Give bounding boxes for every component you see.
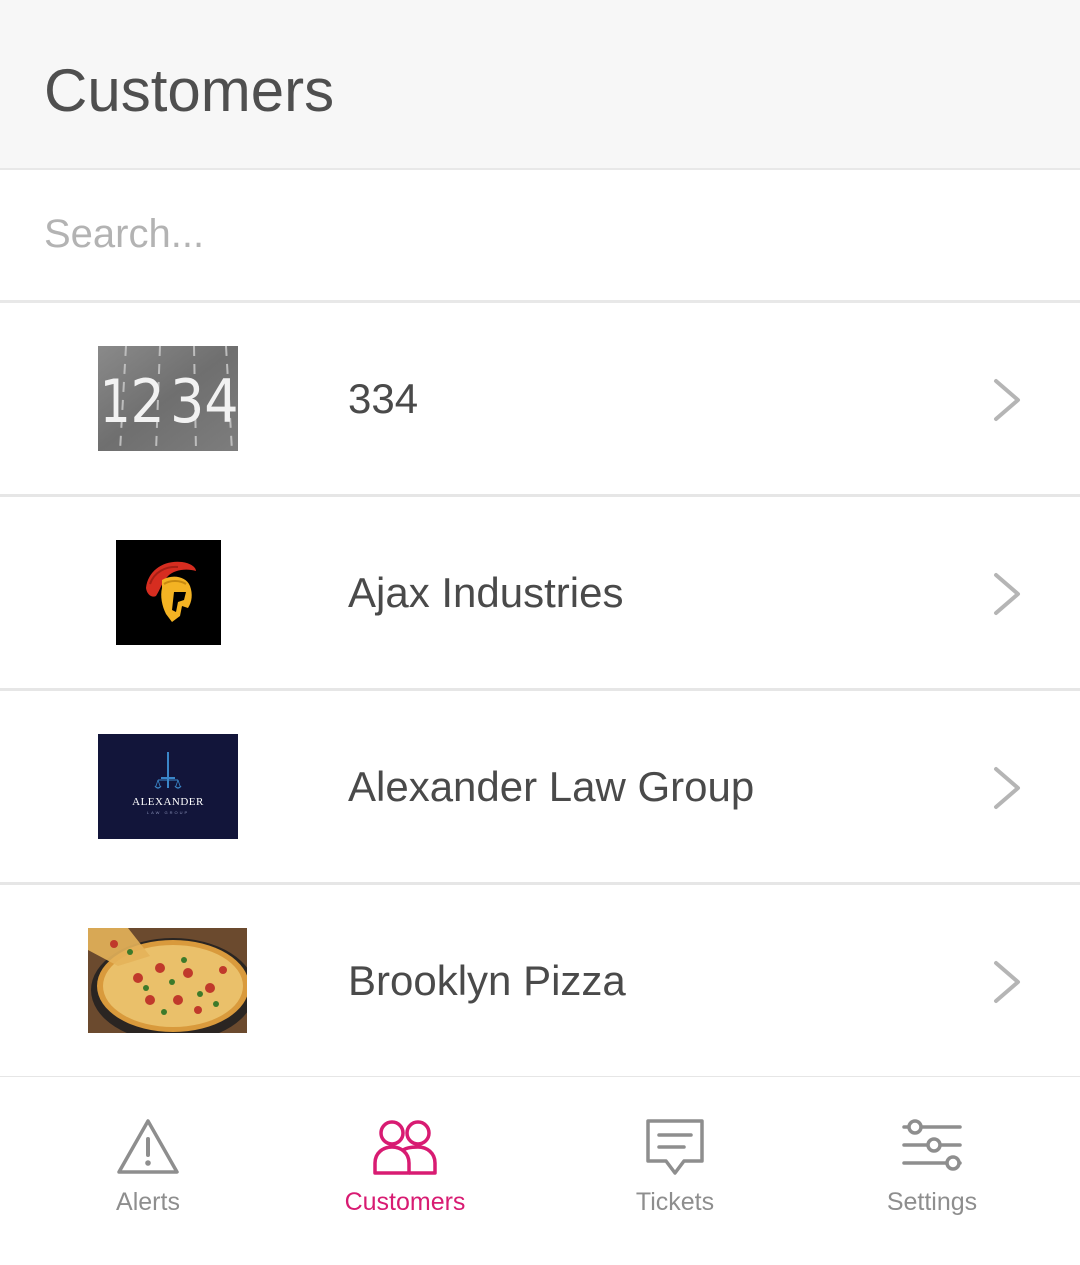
warning-triangle-icon	[117, 1119, 179, 1174]
logo-wordmark: ALEXANDER	[132, 796, 204, 808]
app-header: Customers	[0, 0, 1080, 170]
tab-label: Alerts	[116, 1188, 180, 1216]
customers-screen: Customers Search... 1 2 3 4 334 Ajax Ind…	[0, 0, 1080, 1265]
alexander-law-logo: ALEXANDER LAW GROUP	[98, 734, 238, 839]
sliders-icon	[902, 1119, 962, 1171]
customer-row-brooklyn-pizza[interactable]: Brooklyn Pizza	[0, 885, 1080, 1079]
tab-label: Tickets	[635, 1188, 715, 1216]
customer-name: Brooklyn Pizza	[348, 957, 626, 1004]
chevron-right-icon	[994, 379, 1020, 421]
customer-name: 334	[348, 375, 419, 422]
road-numbers-image: 1 2 3 4	[98, 346, 238, 451]
customer-row-ajax-industries[interactable]: Ajax Industries	[0, 497, 1080, 691]
chat-bubble-icon	[646, 1119, 704, 1175]
tab-tickets[interactable]: Tickets	[575, 1077, 775, 1265]
spartan-helmet-logo	[116, 540, 221, 645]
svg-text:2: 2	[130, 367, 164, 436]
tab-alerts[interactable]: Alerts	[48, 1077, 248, 1265]
chevron-right-icon	[994, 961, 1020, 1003]
customer-list: 1 2 3 4 334 Ajax Industries ALEXANDER LA…	[0, 303, 1080, 1079]
tab-label: Customers	[344, 1188, 466, 1216]
tab-customers[interactable]: Customers	[305, 1077, 505, 1265]
logo-subtext: LAW GROUP	[146, 810, 190, 815]
bottom-tab-bar: Alerts Customers Tickets Settings	[0, 1077, 1080, 1265]
tab-label: Settings	[886, 1188, 978, 1216]
users-icon	[373, 1120, 437, 1175]
chevron-right-icon	[994, 767, 1020, 809]
search-bar	[0, 170, 1080, 303]
svg-text:1: 1	[100, 367, 131, 436]
svg-text:3: 3	[170, 367, 204, 436]
page-title: Customers	[44, 57, 335, 124]
svg-text:4: 4	[204, 367, 238, 436]
tab-settings[interactable]: Settings	[832, 1077, 1032, 1265]
customer-name: Alexander Law Group	[348, 763, 755, 810]
chevron-right-icon	[994, 573, 1020, 615]
customer-name: Ajax Industries	[348, 569, 624, 616]
pizza-photo	[88, 928, 247, 1033]
customer-row-334[interactable]: 1 2 3 4 334	[0, 303, 1080, 497]
search-input[interactable]	[44, 206, 1024, 262]
customer-row-alexander-law-group[interactable]: ALEXANDER LAW GROUP Alexander Law Group	[0, 691, 1080, 885]
